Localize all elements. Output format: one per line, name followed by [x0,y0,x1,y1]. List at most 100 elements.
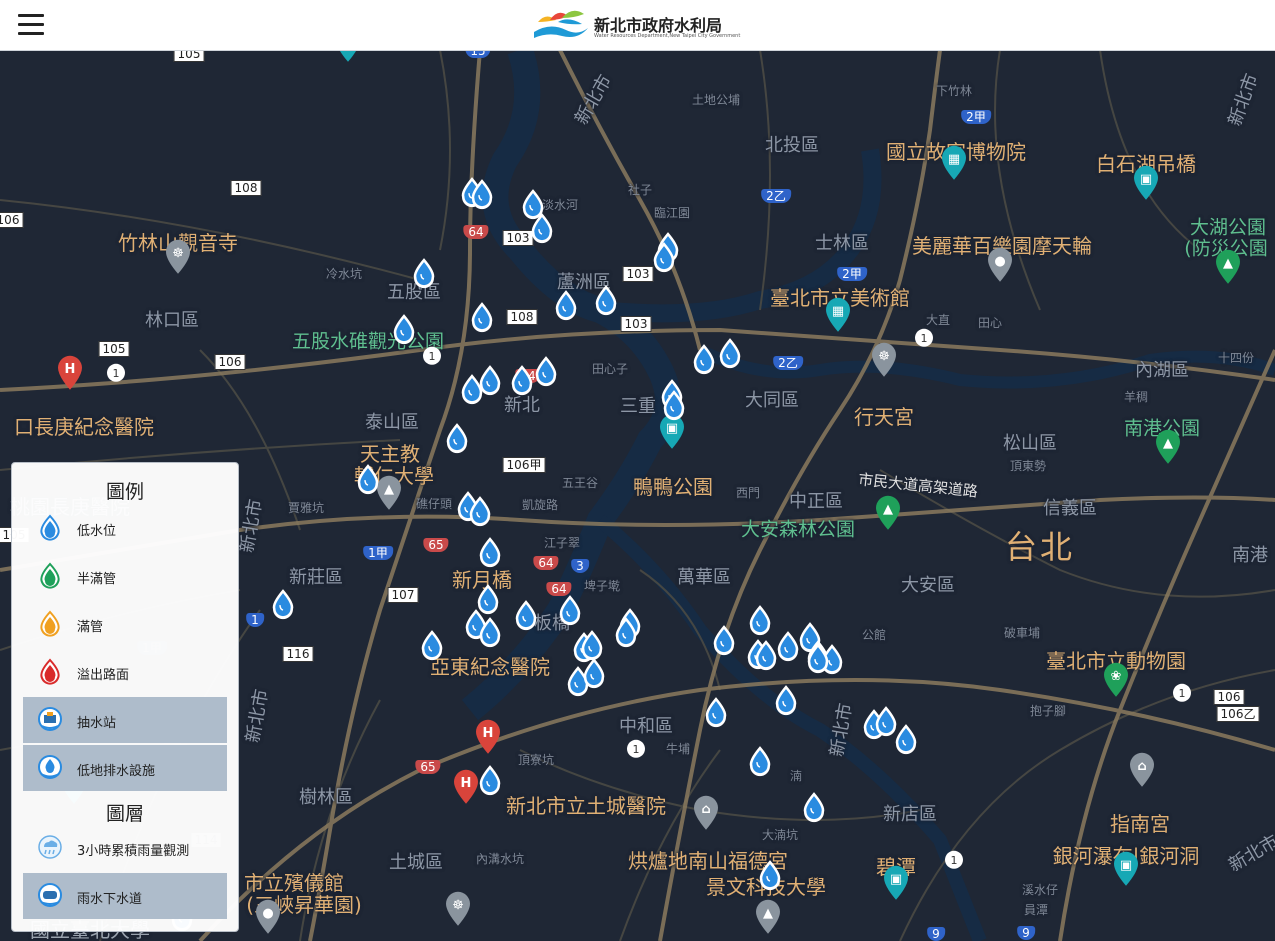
low-water-sensor-marker-icon[interactable] [660,388,688,422]
low-water-sensor-marker-icon[interactable] [269,587,297,621]
low-water-sensor-marker-icon[interactable] [746,603,774,637]
legend-item-full-pipe[interactable]: 滿管 [23,601,227,647]
svg-text:☸: ☸ [878,349,890,364]
landmark-pin-icon[interactable]: ▦ [823,296,853,334]
landmark-pin-icon[interactable]: ⌂ [1127,751,1157,789]
low-water-sensor-marker-icon[interactable] [410,256,438,290]
low-water-sensor-marker-icon[interactable] [772,683,800,717]
low-water-sensor-marker-icon[interactable] [528,211,556,245]
low-water-sensor-marker-icon[interactable] [716,336,744,370]
low-water-sensor-marker-icon[interactable] [804,641,832,675]
hospital-pin-icon[interactable]: H [473,718,503,756]
low-water-sensor-marker-icon[interactable] [580,656,608,690]
attraction-pin-icon[interactable]: ▣ [881,864,911,902]
legend-item-low-water[interactable]: 低水位 [23,505,227,551]
layer-item-storm-sewer[interactable]: 雨水下水道 [23,873,227,919]
low-water-sensor-marker-icon[interactable] [354,462,382,496]
legend-item-lowland-drainage[interactable]: 低地排水設施 [23,745,227,791]
low-water-sensor-marker-icon[interactable] [476,763,504,797]
svg-text:▲: ▲ [384,482,394,497]
layer-label: 3小時累積雨量觀測 [77,844,190,859]
hospital-pin-icon[interactable]: H [55,354,85,392]
hamburger-menu-icon[interactable] [18,14,46,36]
low-water-sensor-marker-icon[interactable] [512,598,540,632]
low-water-sensor-marker-icon[interactable] [466,494,494,528]
route-shield: 116 [282,646,314,662]
landmark-pin-icon[interactable]: ☸ [443,890,473,928]
flower-marker-icon[interactable]: 1 [101,351,131,389]
low-water-sensor-marker-icon[interactable] [532,354,560,388]
svg-text:▣: ▣ [890,872,902,887]
low-water-sensor-marker-icon[interactable] [756,858,784,892]
low-water-sensor-marker-icon[interactable] [592,283,620,317]
svg-text:1: 1 [429,350,436,363]
landmark-pin-icon[interactable]: ☸ [869,341,899,379]
low-water-sensor-marker-icon[interactable] [390,312,418,346]
low-water-sensor-marker-icon[interactable] [418,628,446,662]
legend-item-half-full[interactable]: 半滿管 [23,553,227,599]
flower-marker-icon[interactable]: 1 [621,727,651,765]
legend-label: 溢出路面 [77,668,130,683]
route-shield: 106 [1213,689,1245,705]
low-water-sensor-marker-icon[interactable] [612,615,640,649]
svg-text:▲: ▲ [763,906,773,921]
landmark-pin-icon[interactable]: ● [985,246,1015,284]
svg-text:▲: ▲ [1163,436,1173,451]
low-water-sensor-marker-icon[interactable] [476,535,504,569]
low-water-sensor-marker-icon[interactable] [468,177,496,211]
legend-panel: 圖例 低水位 半滿管 滿管 溢出路面 抽水站 低地排水設施 圖層 3小時累積雨量… [11,462,239,932]
landmark-pin-icon[interactable]: ⌂ [691,794,721,832]
legend-title: 圖例 [105,481,144,503]
landmark-pin-icon[interactable]: ▲ [753,898,783,936]
flower-marker-icon[interactable]: 1 [417,334,447,372]
attraction-pin-icon[interactable]: ▣ [333,50,363,64]
park-pin-icon[interactable]: ▲ [873,494,903,532]
attraction-pin-icon[interactable]: ▣ [1131,164,1161,202]
low-water-sensor-marker-icon[interactable] [476,363,504,397]
layer-label: 雨水下水道 [77,892,143,907]
flower-marker-icon[interactable]: 1 [1167,671,1197,709]
legend-item-pump-station[interactable]: 抽水站 [23,697,227,743]
low-water-sensor-marker-icon[interactable] [710,623,738,657]
route-shield: 106 [0,212,24,228]
flower-marker-icon[interactable]: 1 [939,838,969,876]
route-shield: 103 [620,316,652,332]
landmark-pin-icon[interactable]: ❀ [1101,661,1131,699]
low-water-sensor-marker-icon[interactable] [702,695,730,729]
route-shield: 106 [214,354,246,370]
legend-label: 低地排水設施 [77,764,156,779]
low-water-sensor-marker-icon[interactable] [800,790,828,824]
highway-shield: 65 [423,538,449,552]
svg-text:▦: ▦ [832,304,844,319]
provincial-shield: 1甲 [363,546,393,560]
low-water-sensor-marker-icon[interactable] [556,593,584,627]
low-water-sensor-marker-icon[interactable] [552,288,580,322]
low-water-sensor-marker-icon[interactable] [468,300,496,334]
legend-label: 半滿管 [77,572,117,587]
layer-item-rainfall[interactable]: 3小時累積雨量觀測 [23,825,227,871]
highway-shield: 64 [463,225,489,239]
park-pin-icon[interactable]: ▲ [1153,428,1183,466]
svg-text:▦: ▦ [948,152,960,167]
route-shield: 103 [622,266,654,282]
legend-item-overflow[interactable]: 溢出路面 [23,649,227,695]
low-water-sensor-marker-icon[interactable] [476,615,504,649]
svg-text:1: 1 [633,743,640,756]
attraction-pin-icon[interactable]: ▣ [1111,850,1141,888]
low-water-sensor-marker-icon[interactable] [650,240,678,274]
pump-station-icon [38,707,62,731]
landmark-pin-icon[interactable]: ● [253,898,283,936]
low-water-sensor-marker-icon[interactable] [746,744,774,778]
landmark-pin-icon[interactable]: ☸ [163,238,193,276]
layers-title: 圖層 [105,803,144,825]
flower-marker-icon[interactable]: 1 [909,316,939,354]
low-water-sensor-marker-icon[interactable] [443,421,471,455]
landmark-pin-icon[interactable]: ▦ [939,144,969,182]
legend-label: 抽水站 [77,716,117,731]
storm-sewer-icon [38,883,62,907]
low-water-sensor-marker-icon[interactable] [690,342,718,376]
park-pin-icon[interactable]: ▲ [1213,248,1243,286]
provincial-shield: 2乙 [761,189,791,203]
svg-text:⌂: ⌂ [701,802,710,817]
low-water-sensor-marker-icon[interactable] [892,722,920,756]
